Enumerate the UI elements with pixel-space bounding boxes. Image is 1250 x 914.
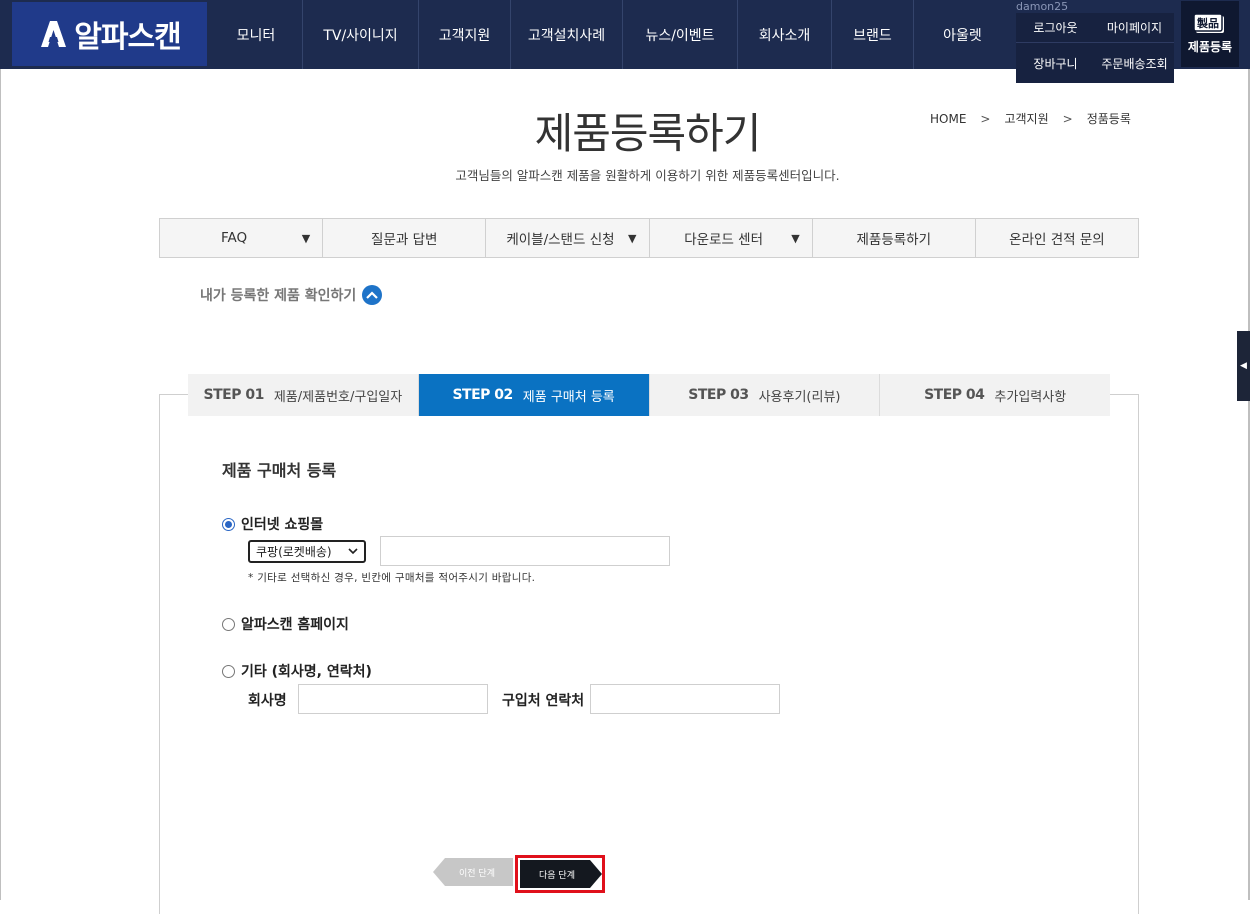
contact-label: 구입처 연락처 (502, 693, 585, 709)
cart-link[interactable]: 장바구니 (1016, 43, 1095, 83)
chevron-right-icon: > (1062, 111, 1073, 126)
brand-logo-icon (41, 21, 67, 47)
my-products-toggle[interactable]: 내가 등록한 제품 확인하기 (200, 285, 383, 305)
breadcrumb-support[interactable]: 고객지원 (1004, 110, 1048, 127)
gnb-item-5[interactable]: 회사소개 (737, 0, 831, 69)
option-other-label: 기타 (회사명, 연락처) (241, 664, 372, 680)
gnb-item-1[interactable]: TV/사이니지 (302, 0, 418, 69)
utility-menu: 로그아웃 마이페이지 장바구니 주문배송조회 (1016, 13, 1174, 83)
online-shop-select-value: 쿠팡(로켓배송) (256, 545, 332, 559)
registration-steps: STEP 01 제품/제품번호/구입일자 STEP 02 제품 구매처 등록 STEP … (188, 374, 1110, 416)
gnb-item-2[interactable]: 고객지원 (418, 0, 510, 69)
step-tab-3[interactable]: STEP 03 사용후기(리뷰) (648, 374, 880, 416)
contact-input[interactable] (590, 684, 780, 714)
subnav-item-1[interactable]: 질문과 답변 (322, 219, 485, 257)
breadcrumb-current: 정품등록 (1086, 112, 1131, 126)
step-label: 추가입력사항 (994, 389, 1067, 405)
breadcrumb-home[interactable]: HOME (930, 112, 966, 126)
option-online-shop-label: 인터넷 쇼핑몰 (241, 517, 324, 533)
online-shop-note: * 기타로 선택하신 경우, 빈칸에 구매처를 적어주시기 바랍니다. (248, 572, 536, 584)
support-subnav: FAQ ▼ 질문과 답변 케이블/스탠드 신청 ▼ 다운로드 센터 ▼ 제품등록하기 온라인 견… (159, 218, 1139, 258)
step-label: 제품/제품번호/구입일자 (273, 389, 403, 405)
step-tab-2[interactable]: STEP 02 제품 구매처 등록 (417, 374, 649, 416)
gnb-item-7[interactable]: 아울렛 (913, 0, 1011, 69)
caret-left-icon: ◀ (1240, 361, 1247, 371)
subnav-item-label: 케이블/스탠드 신청 (506, 232, 615, 248)
next-step-highlight: 다음 단계 (515, 855, 605, 893)
radio-online-shop[interactable] (222, 517, 235, 531)
step-label: 제품 구매처 등록 (522, 389, 615, 405)
subnav-item-label: 제품등록하기 (856, 232, 932, 248)
online-shop-select[interactable]: 쿠팡(로켓배송) (248, 540, 366, 563)
step-number: STEP 02 (452, 387, 513, 403)
side-panel-toggle[interactable]: ◀ (1237, 331, 1250, 401)
next-step-button[interactable]: 다음 단계 (520, 860, 602, 888)
logout-link[interactable]: 로그아웃 (1016, 13, 1095, 43)
product-registration-label: 제품등록 (1187, 40, 1233, 54)
product-registration-icon: 製品 (1193, 13, 1224, 33)
product-registration-icon-text: 製品 (1196, 16, 1219, 30)
subnav-item-label: 온라인 견적 문의 (1009, 232, 1105, 248)
option-homepage-label: 알파스캔 홈페이지 (241, 617, 349, 633)
step-number: STEP 03 (688, 387, 749, 403)
brand-name: 알파스캔 (74, 20, 181, 55)
subnav-item-3[interactable]: 다운로드 센터 ▼ (648, 219, 812, 257)
radio-other[interactable] (222, 664, 235, 678)
subnav-item-label: 질문과 답변 (371, 232, 438, 248)
step-label: 사용후기(리뷰) (758, 389, 841, 405)
subnav-item-label: FAQ (221, 230, 248, 246)
my-products-label: 내가 등록한 제품 확인하기 (200, 288, 357, 304)
option-online-shop[interactable]: 인터넷 쇼핑몰 (222, 514, 323, 534)
subnav-item-label: 다운로드 센터 (684, 232, 763, 248)
gnb-item-4[interactable]: 뉴스/이벤트 (622, 0, 737, 69)
page-subtitle: 고객님들의 알파스캔 제품을 원활하게 이용하기 위한 제품등록센터입니다. (455, 168, 840, 183)
global-nav: 모니터 TV/사이니지 고객지원 고객설치사례 뉴스/이벤트 회사소개 브랜드 아울렛 (210, 0, 1011, 69)
subnav-item-5[interactable]: 온라인 견적 문의 (974, 219, 1138, 257)
subnav-item-4[interactable]: 제품등록하기 (811, 219, 975, 257)
step-tab-1[interactable]: STEP 01 제품/제품번호/구입일자 (188, 374, 418, 416)
option-homepage[interactable]: 알파스캔 홈페이지 (222, 614, 349, 634)
caret-down-icon: ▼ (628, 231, 637, 245)
company-input[interactable] (298, 684, 488, 714)
subnav-item-2[interactable]: 케이블/스탠드 신청 ▼ (485, 219, 648, 257)
chevron-down-icon (348, 548, 358, 555)
product-registration-button[interactable]: 製品 제품등록 (1181, 1, 1239, 67)
gnb-item-6[interactable]: 브랜드 (831, 0, 913, 69)
caret-down-icon: ▼ (301, 231, 311, 245)
gnb-item-0[interactable]: 모니터 (210, 0, 302, 69)
mypage-link[interactable]: 마이페이지 (1095, 13, 1174, 43)
brand-logo[interactable]: 알파스캔 (12, 2, 207, 66)
logged-in-user: damon25 (1016, 0, 1069, 13)
subnav-item-0[interactable]: FAQ ▼ (160, 219, 322, 257)
order-tracking-link[interactable]: 주문배송조회 (1095, 43, 1174, 83)
prev-step-button[interactable]: 이전 단계 (433, 858, 513, 886)
online-shop-other-input[interactable] (380, 536, 670, 566)
step-number: STEP 04 (924, 387, 985, 403)
step-number: STEP 01 (203, 387, 265, 403)
gnb-item-3[interactable]: 고객설치사례 (510, 0, 622, 69)
breadcrumb: HOME > 고객지원 > 정품등록 (930, 110, 1131, 127)
radio-homepage[interactable] (222, 617, 235, 631)
chevron-right-icon: > (980, 111, 991, 126)
company-label: 회사명 (248, 693, 287, 709)
caret-down-icon: ▼ (791, 231, 800, 245)
section-title: 제품 구매처 등록 (222, 461, 337, 480)
step-tab-4[interactable]: STEP 04 추가입력사항 (879, 374, 1110, 416)
top-navigation-bar: 알파스캔 모니터 TV/사이니지 고객지원 고객설치사례 뉴스/이벤트 회사소개 브랜드 아울… (0, 0, 1250, 83)
chevron-up-icon (362, 285, 383, 305)
option-other[interactable]: 기타 (회사명, 연락처) (222, 661, 372, 681)
